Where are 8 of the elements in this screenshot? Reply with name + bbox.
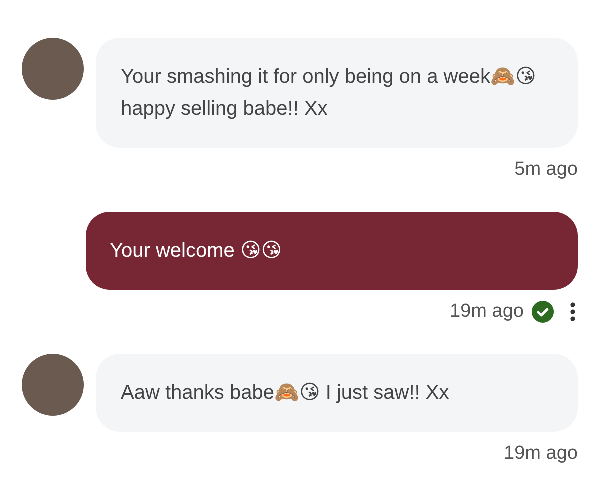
message-time: 5m ago bbox=[514, 159, 578, 181]
message-bubble: Aaw thanks babe🙈😘 I just saw!! Xx bbox=[96, 354, 578, 432]
more-options-icon[interactable] bbox=[568, 301, 578, 323]
message-bubble: Your smashing it for only being on a week🙈😘 happy selling babe!! Xx bbox=[96, 38, 578, 148]
message-bubble: Your welcome 😘😘 bbox=[86, 212, 578, 290]
message-time: 19m ago bbox=[450, 301, 524, 323]
check-icon bbox=[532, 301, 554, 323]
message-time: 19m ago bbox=[504, 443, 578, 465]
